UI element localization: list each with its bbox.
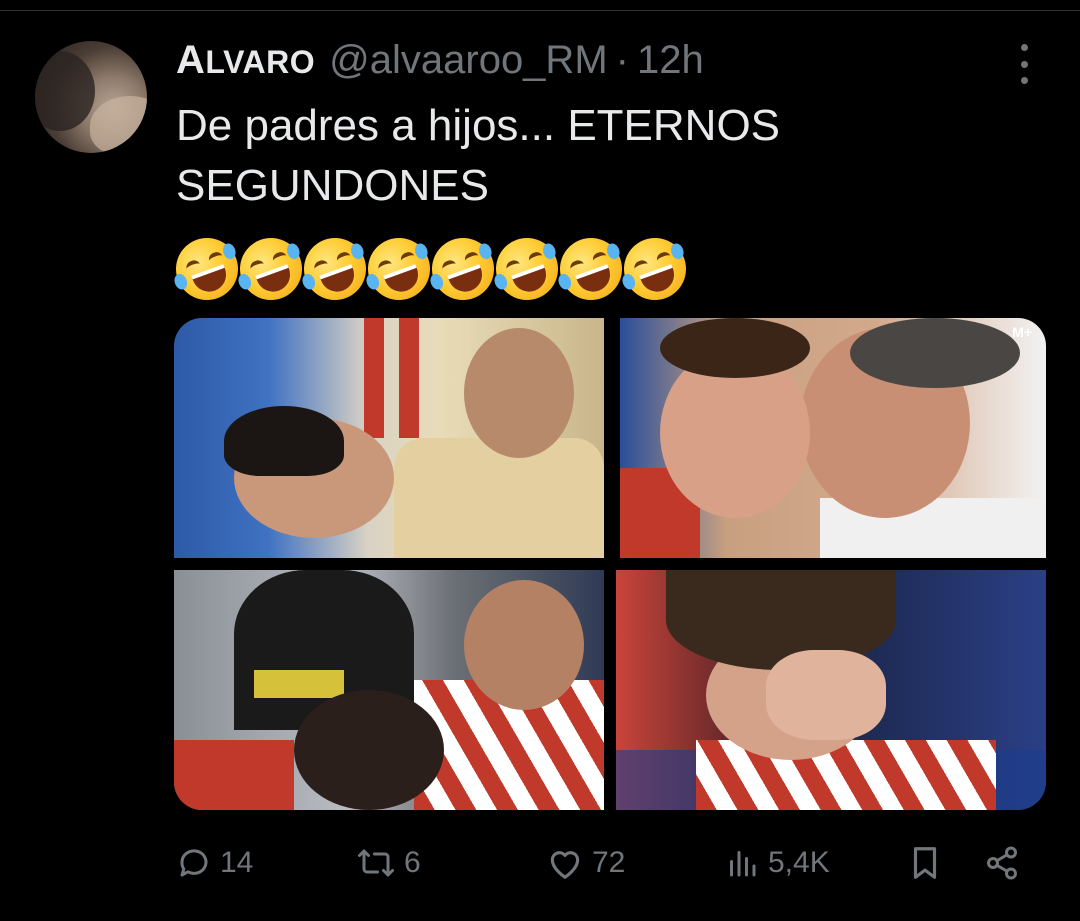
like-button[interactable]: 72	[546, 838, 625, 888]
rolling-on-the-floor-laughing-emoji	[551, 229, 631, 309]
retweet-count: 6	[404, 846, 421, 879]
reply-button[interactable]: 14	[176, 838, 253, 888]
rolling-on-the-floor-laughing-emoji	[167, 229, 247, 309]
tweet-text: De padres a hijos... ETERNOS SEGUNDONES	[176, 96, 1036, 216]
tv-logo: M+	[1012, 324, 1032, 340]
top-divider	[0, 10, 1080, 11]
photo-2[interactable]: M+	[620, 318, 1046, 558]
photo-1[interactable]	[174, 318, 604, 558]
separator-dot: ·	[615, 38, 629, 82]
views-count: 5,4K	[768, 846, 830, 879]
photo-3[interactable]	[174, 570, 604, 810]
heart-icon	[546, 845, 584, 881]
rolling-on-the-floor-laughing-emoji	[423, 229, 503, 309]
like-count: 72	[592, 846, 626, 879]
media-grid: M+	[174, 318, 1046, 810]
timestamp[interactable]: 12h	[637, 38, 704, 83]
rolling-on-the-floor-laughing-emoji	[487, 229, 567, 309]
tweet-text-line: De padres a hijos... ETERNOS	[176, 101, 781, 150]
rolling-on-the-floor-laughing-emoji	[615, 229, 695, 309]
share-icon	[984, 845, 1020, 881]
reply-icon	[176, 845, 212, 881]
rolling-on-the-floor-laughing-emoji	[359, 229, 439, 309]
photo-4[interactable]	[616, 570, 1046, 810]
display-name[interactable]: ALVARO	[176, 38, 315, 83]
action-bar: 14 6 72 5,4K	[176, 838, 1046, 888]
share-button[interactable]	[984, 838, 1020, 888]
tweet-text-line: SEGUNDONES	[176, 161, 489, 210]
views-icon	[724, 845, 760, 881]
user-handle[interactable]: @alvaaroo_RM	[329, 38, 608, 83]
retweet-icon	[356, 845, 396, 881]
emoji-row	[167, 229, 695, 309]
views-button[interactable]: 5,4K	[724, 838, 830, 888]
more-options-icon[interactable]	[1010, 44, 1038, 84]
bookmark-button[interactable]	[908, 838, 942, 888]
bookmark-icon	[908, 844, 942, 882]
tweet-header: ALVARO @alvaaroo_RM · 12h	[176, 38, 704, 86]
rolling-on-the-floor-laughing-emoji	[231, 229, 311, 309]
rolling-on-the-floor-laughing-emoji	[295, 229, 375, 309]
reply-count: 14	[220, 846, 254, 879]
retweet-button[interactable]: 6	[356, 838, 421, 888]
avatar[interactable]	[35, 41, 147, 153]
